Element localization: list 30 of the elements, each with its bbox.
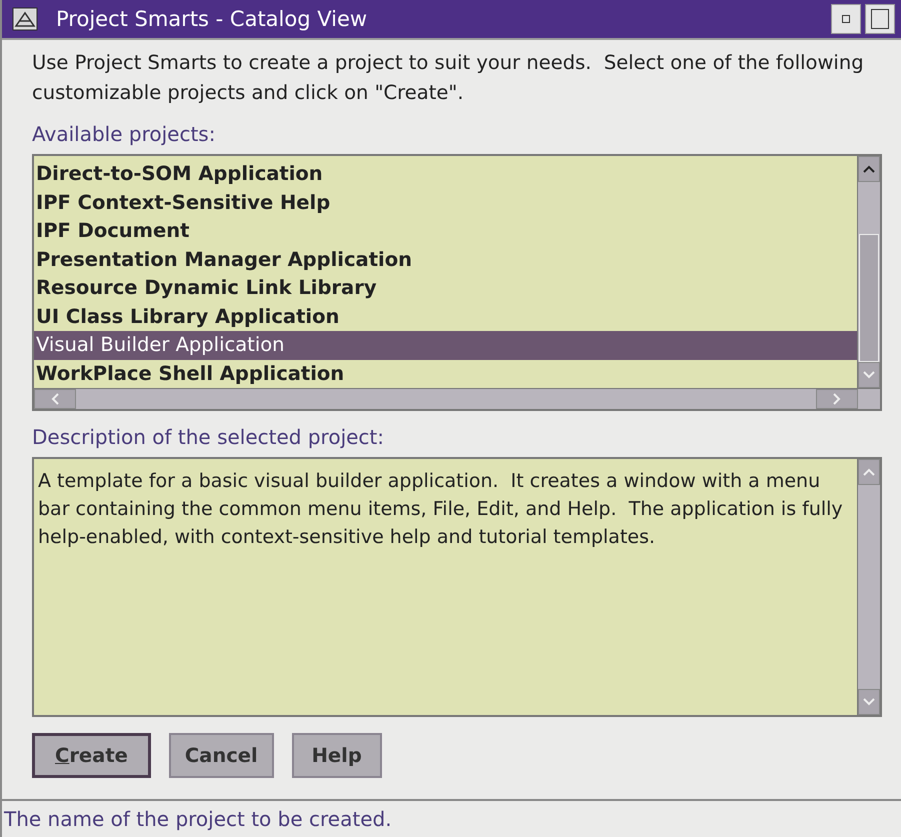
- vertical-scrollbar[interactable]: [857, 156, 880, 388]
- list-item[interactable]: Resource Dynamic Link Library: [34, 274, 857, 302]
- vertical-scrollbar[interactable]: [857, 459, 880, 715]
- push-button[interactable]: Cancel: [168, 733, 274, 778]
- scroll-down-icon[interactable]: [863, 698, 875, 706]
- instructions-text: Use Project Smarts to create a project to suit your needs. Select one of the following customizable projects and click on "Create".: [32, 50, 865, 106]
- projects-list[interactable]: [32, 154, 882, 411]
- scroll-up-icon[interactable]: [863, 165, 875, 173]
- description-label: Description of the selected project:: [32, 425, 386, 449]
- list-item[interactable]: WorkPlace Shell Application: [34, 360, 857, 388]
- scroll-down-icon[interactable]: [863, 371, 875, 379]
- list-item[interactable]: IPF Document: [34, 217, 857, 246]
- list-item[interactable]: Presentation Manager Application: [34, 246, 857, 274]
- minimize-button[interactable]: [831, 4, 861, 34]
- maximize-button[interactable]: [865, 4, 895, 34]
- list-item[interactable]: UI Class Library Application: [34, 302, 857, 331]
- scroll-right-icon[interactable]: [833, 393, 841, 405]
- window-title: Project Smarts - Catalog View: [56, 7, 368, 31]
- list-label: Available projects:: [32, 122, 216, 146]
- horizontal-scrollbar[interactable]: [34, 388, 880, 409]
- scroll-left-icon[interactable]: [51, 393, 59, 405]
- system-menu-icon[interactable]: [12, 7, 38, 31]
- status-bar: The name of the project to be created.: [2, 799, 901, 837]
- list-item[interactable]: Direct-to-SOM Application: [34, 160, 857, 188]
- scroll-thumb[interactable]: [859, 234, 879, 362]
- list-item[interactable]: IPF Context-Sensitive Help: [34, 188, 857, 217]
- list-item[interactable]: Visual Builder Application: [34, 331, 857, 360]
- push-button[interactable]: Create: [32, 733, 151, 778]
- description-text: A template for a basic visual builder application. It creates a window with a menu bar containing the common menu items, File, Edit, and Help. The application is fully help-enabled, with context-sensitive help and tutorial templates.: [37, 469, 844, 550]
- push-button[interactable]: Help: [292, 733, 382, 778]
